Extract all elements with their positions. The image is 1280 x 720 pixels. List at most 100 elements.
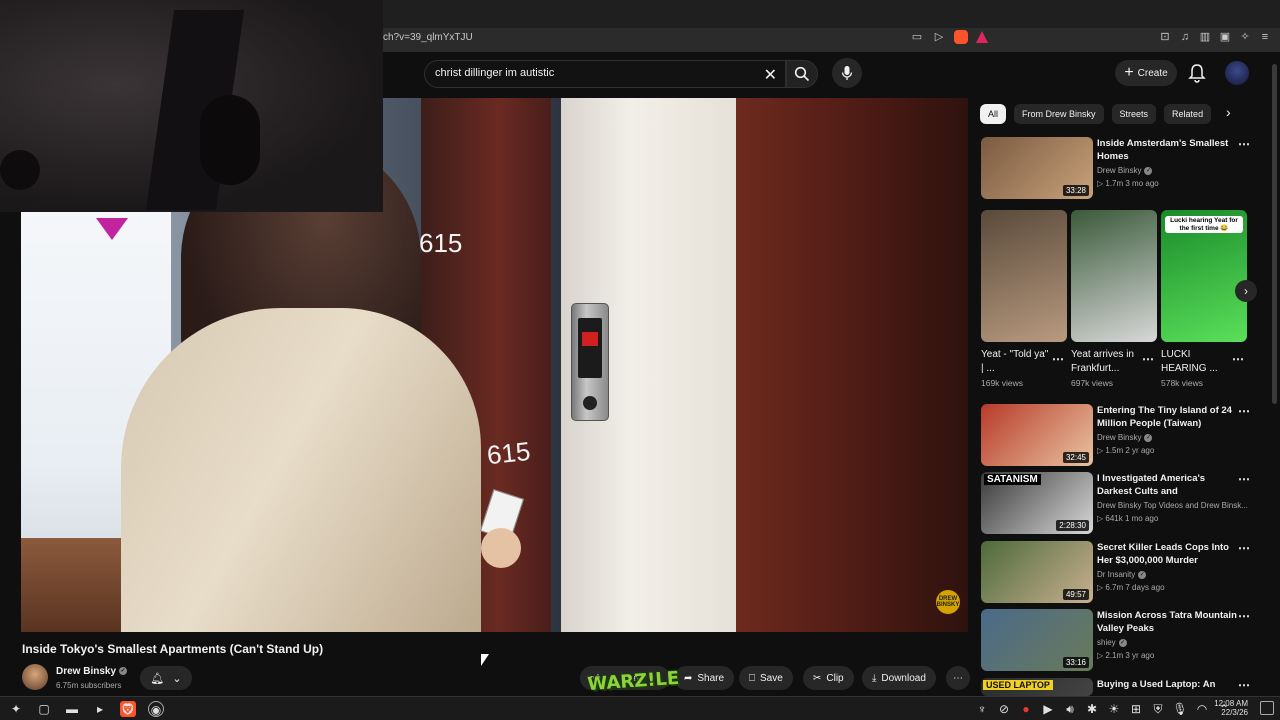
recommended-video-title[interactable]: I Investigated America's Darkest Cults a… — [1097, 472, 1237, 498]
brave-browser-icon[interactable]: 🦁︎ — [120, 701, 136, 717]
search-button[interactable] — [786, 60, 818, 88]
search-query[interactable]: christ dillinger im autistic — [435, 67, 554, 79]
create-button[interactable]: + Create — [1115, 60, 1177, 86]
video-thumbnail[interactable]: 33:28 — [981, 137, 1093, 199]
recommended-video[interactable]: USED LAPTOP Buying a Used Laptop: An ⋯ — [981, 678, 1266, 696]
voice-search-button[interactable] — [832, 58, 862, 88]
recommended-video[interactable]: 33:28 Inside Amsterdam's Smallest Homes Dr… — [981, 137, 1266, 199]
page-scrollbar[interactable] — [1270, 52, 1280, 692]
short-title[interactable]: Yeat - "Told ya" | ... — [981, 348, 1051, 376]
recommended-video-title[interactable]: Inside Amsterdam's Smallest Homes — [1097, 137, 1237, 163]
channel-label[interactable]: Dr Insanity — [1097, 570, 1135, 579]
chip-all[interactable]: All — [980, 104, 1007, 124]
record-icon[interactable]: ● — [1018, 701, 1034, 717]
recommended-video[interactable]: 49:57 Secret Killer Leads Cops Into Her $… — [981, 541, 1266, 603]
video-thumbnail[interactable]: 49:57 — [981, 541, 1093, 603]
more-options-icon[interactable]: ⋯ — [1142, 352, 1154, 366]
download-button[interactable]: ⤓ Download — [862, 666, 936, 690]
shorts-next-button[interactable]: › — [1235, 280, 1257, 302]
clip-button[interactable]: ✂ Clip — [803, 666, 854, 690]
obs-icon[interactable]: ◉ — [148, 701, 164, 717]
channel-label[interactable]: Drew Binsky — [1097, 433, 1141, 442]
start-menu-icon[interactable]: ✦ — [8, 701, 24, 717]
short-thumbnail[interactable] — [981, 210, 1067, 342]
account-avatar[interactable] — [1225, 61, 1249, 85]
chips-next-icon[interactable]: › — [1226, 104, 1231, 120]
more-options-icon[interactable]: ⋯ — [1238, 137, 1250, 151]
tab-search-icon[interactable]: ⊡ — [1158, 30, 1172, 44]
more-actions-button[interactable]: ⋯ — [946, 666, 970, 690]
shield-icon[interactable]: ⛨ — [1150, 701, 1166, 717]
short-thumbnail[interactable] — [1071, 210, 1157, 342]
notifications-bell-icon[interactable] — [1188, 63, 1206, 83]
save-button[interactable]: ⎕ Save — [739, 666, 793, 690]
short-thumbnail[interactable]: Lucki hearing Yeat for the first time 😂 — [1161, 210, 1247, 342]
menu-icon[interactable]: ≡ — [1258, 30, 1272, 44]
terminal-icon[interactable]: ▬ — [64, 701, 80, 717]
channel-name[interactable]: Drew Binsky ✓ — [56, 666, 128, 677]
video-thumbnail[interactable]: USED LAPTOP — [981, 678, 1093, 696]
brightness-icon[interactable]: ☀ — [1106, 701, 1122, 717]
play-icon[interactable]: ▷ — [932, 30, 946, 44]
chip-streets[interactable]: Streets — [1111, 104, 1157, 124]
short-title[interactable]: Yeat arrives in Frankfurt... — [1071, 348, 1141, 376]
leo-icon[interactable]: ✧ — [1238, 30, 1252, 44]
recommended-video-title[interactable]: Secret Killer Leads Cops Into Her $3,000… — [1097, 541, 1237, 567]
tray-icon-2[interactable]: ⊘ — [996, 701, 1012, 717]
microphone-tray-icon[interactable]: 🎙︎ — [1172, 701, 1188, 717]
wallet-icon[interactable]: ▣ — [1218, 30, 1232, 44]
recommended-video-channel[interactable]: Dr Insanity ✓ — [1097, 570, 1257, 579]
more-options-icon[interactable]: ⋯ — [1238, 472, 1250, 486]
network-icon[interactable]: ⊞ — [1128, 701, 1144, 717]
recommended-video-channel[interactable]: shiey ✓ — [1097, 638, 1257, 647]
recommended-video-channel[interactable]: Drew Binsky ✓ — [1097, 433, 1257, 442]
recommended-video[interactable]: SATANISM 2:28:30 I Investigated America's … — [981, 472, 1266, 534]
more-options-icon[interactable]: ⋯ — [1238, 404, 1250, 418]
recommended-video-title[interactable]: Entering The Tiny Island of 24 Million P… — [1097, 404, 1237, 430]
bluetooth-icon[interactable]: ✱ — [1084, 701, 1100, 717]
chip-from-drew-binsky[interactable]: From Drew Binsky — [1014, 104, 1104, 124]
video-thumbnail[interactable]: 32:45 — [981, 404, 1093, 466]
chip-related[interactable]: Related — [1164, 104, 1212, 124]
more-options-icon[interactable]: ⋯ — [1052, 352, 1064, 366]
brave-rewards-icon[interactable] — [976, 31, 988, 43]
channel-avatar[interactable] — [22, 664, 48, 690]
more-options-icon[interactable]: ⋯ — [1238, 541, 1250, 555]
sidebar-icon[interactable]: ▥ — [1198, 30, 1212, 44]
short-item[interactable]: Lucki hearing Yeat for the first time 😂 L… — [1161, 210, 1249, 388]
channel-label[interactable]: Drew Binsky — [1097, 166, 1141, 175]
video-thumbnail[interactable]: 33:16 — [981, 609, 1093, 671]
tray-play-icon[interactable]: ▶ — [1040, 701, 1056, 717]
cast-icon[interactable]: ▭ — [910, 30, 924, 44]
short-item[interactable]: Yeat - "Told ya" | ... 169k views ⋯ — [981, 210, 1069, 388]
subscription-bell-button[interactable]: 🔔︎ ⌄ — [140, 666, 192, 690]
channel-label[interactable]: shiey — [1097, 638, 1116, 647]
more-options-icon[interactable]: ⋯ — [1238, 609, 1250, 623]
recommended-video-channel[interactable]: Drew Binsky ✓ — [1097, 166, 1257, 175]
recommended-video-title[interactable]: Buying a Used Laptop: An — [1097, 678, 1237, 691]
show-desktop-icon[interactable] — [1260, 701, 1274, 715]
recommended-video[interactable]: 33:16 Mission Across Tatra Mountain Valle… — [981, 609, 1266, 671]
channel-name-text[interactable]: Drew Binsky — [56, 666, 116, 677]
channel-watermark[interactable]: DREW BINSKY — [936, 590, 960, 614]
recommended-video-title[interactable]: Mission Across Tatra Mountain Valley Pea… — [1097, 609, 1237, 635]
volume-icon[interactable]: 🔊︎ — [1062, 701, 1078, 717]
address-bar[interactable]: ch?v=39_qlmYxTJU — [383, 32, 473, 43]
short-item[interactable]: Yeat arrives in Frankfurt... 697k views ⋯ — [1071, 210, 1159, 388]
clear-search-icon[interactable]: ✕ — [764, 65, 777, 85]
brave-shields-icon[interactable] — [954, 30, 968, 44]
video-thumbnail[interactable]: SATANISM 2:28:30 — [981, 472, 1093, 534]
clock[interactable]: 12:08 AM 22/3/26 — [1208, 699, 1248, 717]
search-input[interactable]: christ dillinger im autistic ✕ — [424, 60, 786, 88]
channel-label[interactable]: Drew Binsky Top Videos and Drew Binsk... — [1097, 501, 1248, 510]
music-icon[interactable]: ♫ — [1178, 30, 1192, 44]
media-player-icon[interactable]: ▸ — [92, 701, 108, 717]
more-options-icon[interactable]: ⋯ — [1232, 352, 1244, 366]
window-icon[interactable]: ▢ — [36, 701, 52, 717]
recommended-video-channel[interactable]: Drew Binsky Top Videos and Drew Binsk... — [1097, 501, 1257, 510]
tray-icon-1[interactable]: ♆ — [974, 701, 990, 717]
scrollbar-thumb[interactable] — [1272, 64, 1277, 404]
more-options-icon[interactable]: ⋯ — [1238, 678, 1250, 692]
recommended-video[interactable]: 32:45 Entering The Tiny Island of 24 Mill… — [981, 404, 1266, 466]
short-title[interactable]: LUCKI HEARING ... — [1161, 348, 1231, 376]
